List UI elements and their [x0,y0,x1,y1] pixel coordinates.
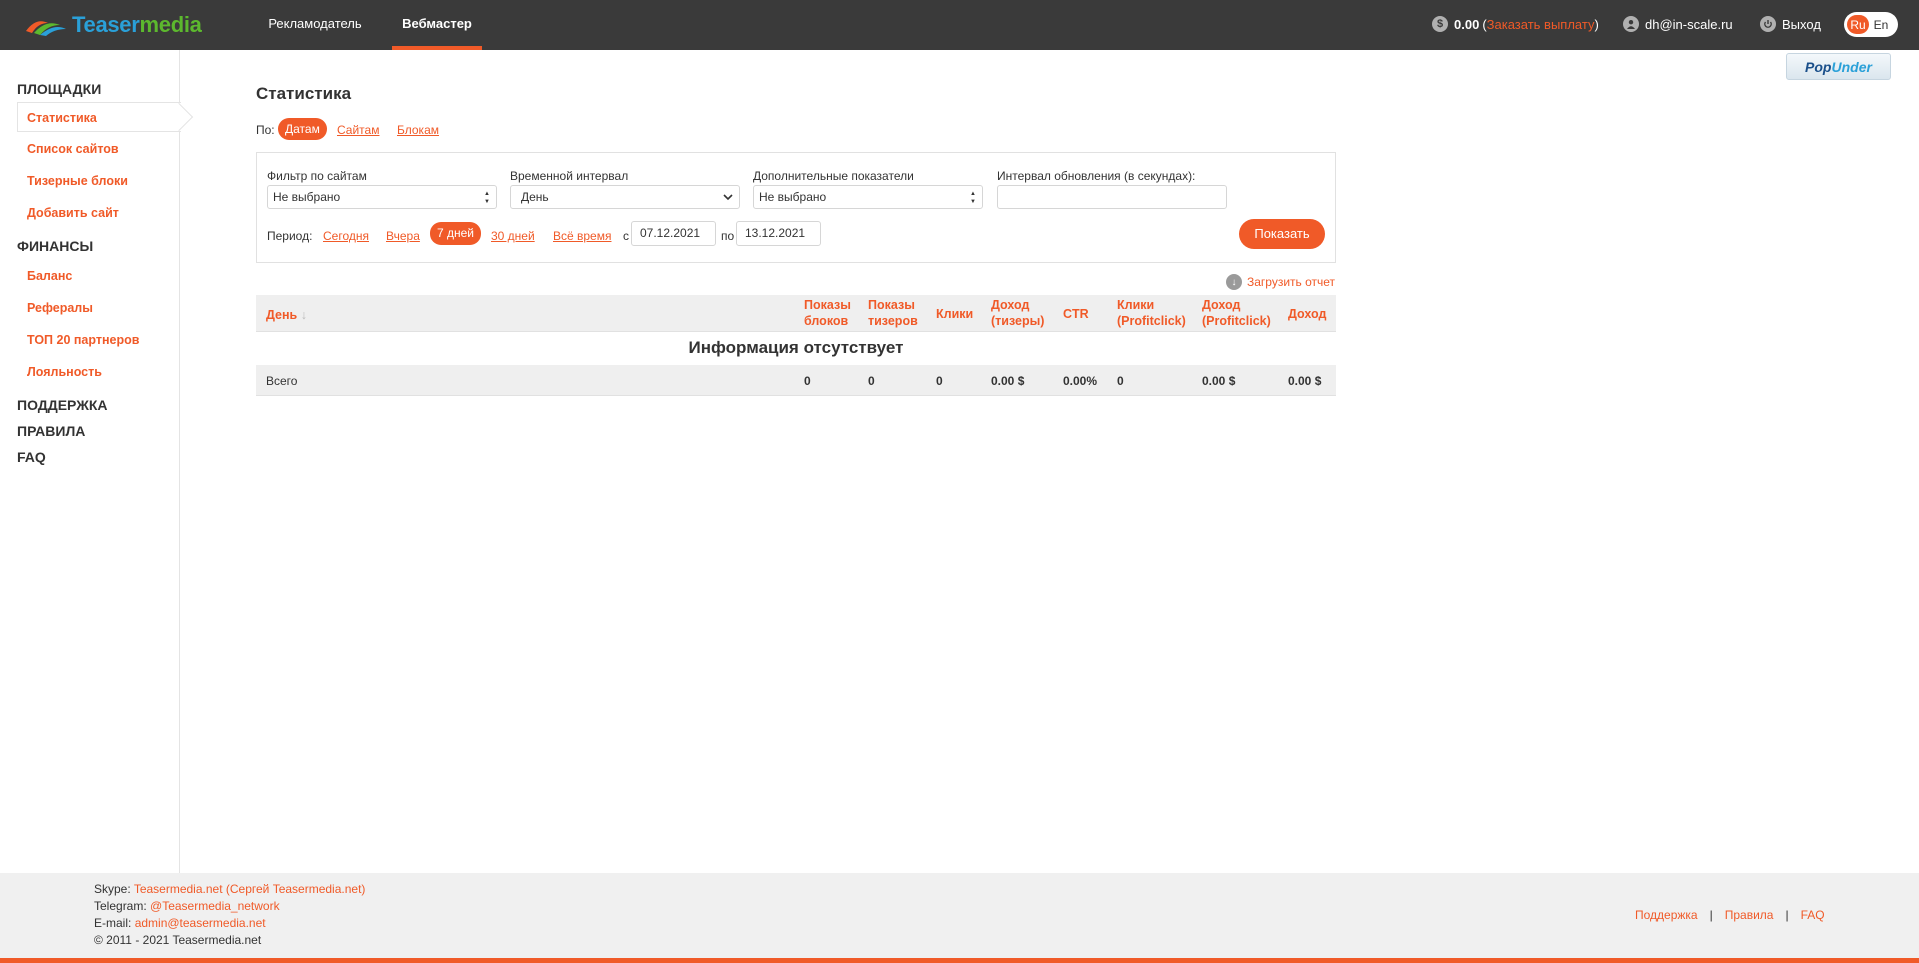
date-from-label: с [623,229,629,243]
sidebar-item-teaser-blocks[interactable]: Тизерные блоки [27,174,128,188]
show-button[interactable]: Показать [1239,219,1325,249]
period-today[interactable]: Сегодня [323,229,369,243]
tab-by-dates[interactable]: Датам [278,118,327,140]
logo[interactable]: Teasermedia [24,10,202,40]
extra-metrics-label: Дополнительные показатели [753,169,914,183]
col-day[interactable]: День ↓ [266,307,307,323]
sidebar-item-top-partners[interactable]: ТОП 20 партнеров [27,333,139,347]
user-email: dh@in-scale.ru [1645,16,1733,32]
lang-ru[interactable]: Ru [1847,15,1869,34]
footer-link-rules[interactable]: Правила [1725,908,1774,922]
total-profitclick-clicks: 0 [1117,374,1124,388]
footer-link-support[interactable]: Поддержка [1635,908,1698,922]
chevron-down-icon [723,194,733,201]
col-profitclick-income[interactable]: Доход (Profitclick) [1202,297,1274,329]
footer-links: Поддержка | Правила | FAQ [1635,908,1825,922]
footer-telegram: Telegram: @Teasermedia_network [94,899,280,913]
nav-webmaster[interactable]: Вебмастер [392,0,482,50]
download-icon: ↓ [1226,274,1242,290]
period-7-days[interactable]: 7 дней [430,222,482,245]
logout-button[interactable]: Выход [1760,16,1821,32]
site-filter-label: Фильтр по сайтам [267,169,367,183]
total-profitclick-income: 0.00 $ [1202,374,1236,388]
user-menu[interactable]: dh@in-scale.ru [1623,16,1733,32]
sidebar-heading-sites[interactable]: ПЛОЩАДКИ [17,81,101,97]
email-link[interactable]: admin@teasermedia.net [135,916,266,930]
tab-by-sites[interactable]: Сайтам [337,123,379,137]
col-block-impressions[interactable]: Показы блоков [804,297,854,329]
table-header: День ↓ Показы блоков Показы тизеров Клик… [256,295,1336,332]
refresh-interval-label: Интервал обновления (в секундах): [997,169,1196,183]
logout-icon [1760,16,1776,32]
top-navbar: Teasermedia Рекламодатель Вебмастер $ 0.… [0,0,1919,50]
empty-message: Информация отсутствует [688,338,904,357]
sidebar-item-balance[interactable]: Баланс [27,269,72,283]
balance-amount: 0.00 [1454,16,1480,32]
sort-icon: ↓ [300,308,307,322]
col-teaser-income[interactable]: Доход (тизеры) [991,297,1047,329]
sidebar-item-referrals[interactable]: Рефералы [27,301,93,315]
col-profitclick-clicks[interactable]: Клики (Profitclick) [1117,297,1187,329]
period-all-time[interactable]: Всё время [553,229,611,243]
download-report-link[interactable]: ↓ Загрузить отчет [1226,274,1335,290]
dollar-icon: $ [1432,16,1448,32]
logout-label: Выход [1782,16,1821,32]
footer-copyright: © 2011 - 2021 Teasermedia.net [94,933,262,947]
sidebar-heading-finance[interactable]: ФИНАНСЫ [17,238,93,254]
date-to-input[interactable]: 13.12.2021 [736,221,821,246]
popunder-banner[interactable]: Pop Under [1786,53,1891,80]
footer-email: E-mail: admin@teasermedia.net [94,916,266,930]
page-title: Статистика [256,84,352,103]
user-icon [1623,16,1639,32]
total-teaser-impressions: 0 [868,374,875,388]
total-label: Всего [266,374,298,388]
date-to-label: по [721,229,735,243]
period-yesterday[interactable]: Вчера [386,229,420,243]
sidebar-item-statistics[interactable]: Статистика [17,102,181,132]
col-ctr[interactable]: CTR [1063,306,1089,322]
total-income: 0.00 $ [1288,374,1322,388]
col-teaser-impressions[interactable]: Показы тизеров [868,297,922,329]
interval-select[interactable]: День [510,185,740,209]
col-clicks[interactable]: Клики [936,306,973,322]
total-clicks: 0 [936,374,943,388]
sidebar: ПЛОЩАДКИ Статистика Список сайтов Тизерн… [0,50,181,873]
updown-icon: ▲ ▼ [970,191,976,205]
logo-icon [26,21,66,36]
sidebar-item-add-site[interactable]: Добавить сайт [27,206,119,220]
total-teaser-income: 0.00 $ [991,374,1025,388]
footer-skype: Skype: Teasermedia.net (Сергей Teasermed… [94,882,366,896]
sidebar-item-loyalty[interactable]: Лояльность [27,365,102,379]
skype-link[interactable]: Teasermedia.net (Сергей Teasermedia.net) [134,882,366,896]
extra-metrics-select[interactable]: Не выбрано ▲ ▼ [753,185,983,209]
footer-accent-bar [0,958,1919,963]
filter-panel: Фильтр по сайтам Не выбрано ▲ ▼ Временной… [256,152,1336,263]
tab-by-blocks[interactable]: Блокам [397,123,439,137]
group-by-label: По: [256,123,275,137]
balance: $ 0.00 (Заказать выплату) [1432,16,1599,32]
nav-advertiser[interactable]: Рекламодатель [262,0,368,50]
footer-link-faq[interactable]: FAQ [1801,908,1825,922]
sidebar-heading-support[interactable]: ПОДДЕРЖКА [17,397,108,413]
sidebar-item-site-list[interactable]: Список сайтов [27,142,119,156]
col-income[interactable]: Доход [1288,306,1326,322]
lang-en[interactable]: En [1869,18,1893,32]
total-ctr: 0.00% [1063,374,1098,388]
payout-link[interactable]: Заказать выплату [1487,17,1595,32]
interval-label: Временной интервал [510,169,629,183]
refresh-interval-input[interactable] [997,185,1227,209]
table-total-row: Всего 0 0 0 0.00 $ 0.00% 0 0.00 $ 0.00 $ [256,365,1336,396]
date-from-input[interactable]: 07.12.2021 [631,221,716,246]
period-30-days[interactable]: 30 дней [491,229,535,243]
updown-icon: ▲ ▼ [484,191,490,205]
sidebar-heading-rules[interactable]: ПРАВИЛА [17,423,85,439]
site-filter-select[interactable]: Не выбрано ▲ ▼ [267,185,497,209]
footer: Skype: Teasermedia.net (Сергей Teasermed… [0,873,1919,963]
sidebar-heading-faq[interactable]: FAQ [17,449,46,465]
total-block-impressions: 0 [804,374,811,388]
telegram-link[interactable]: @Teasermedia_network [150,899,280,913]
period-label: Период: [267,229,313,243]
logo-text: Teasermedia [72,12,202,37]
language-switch: Ru En [1844,12,1898,37]
